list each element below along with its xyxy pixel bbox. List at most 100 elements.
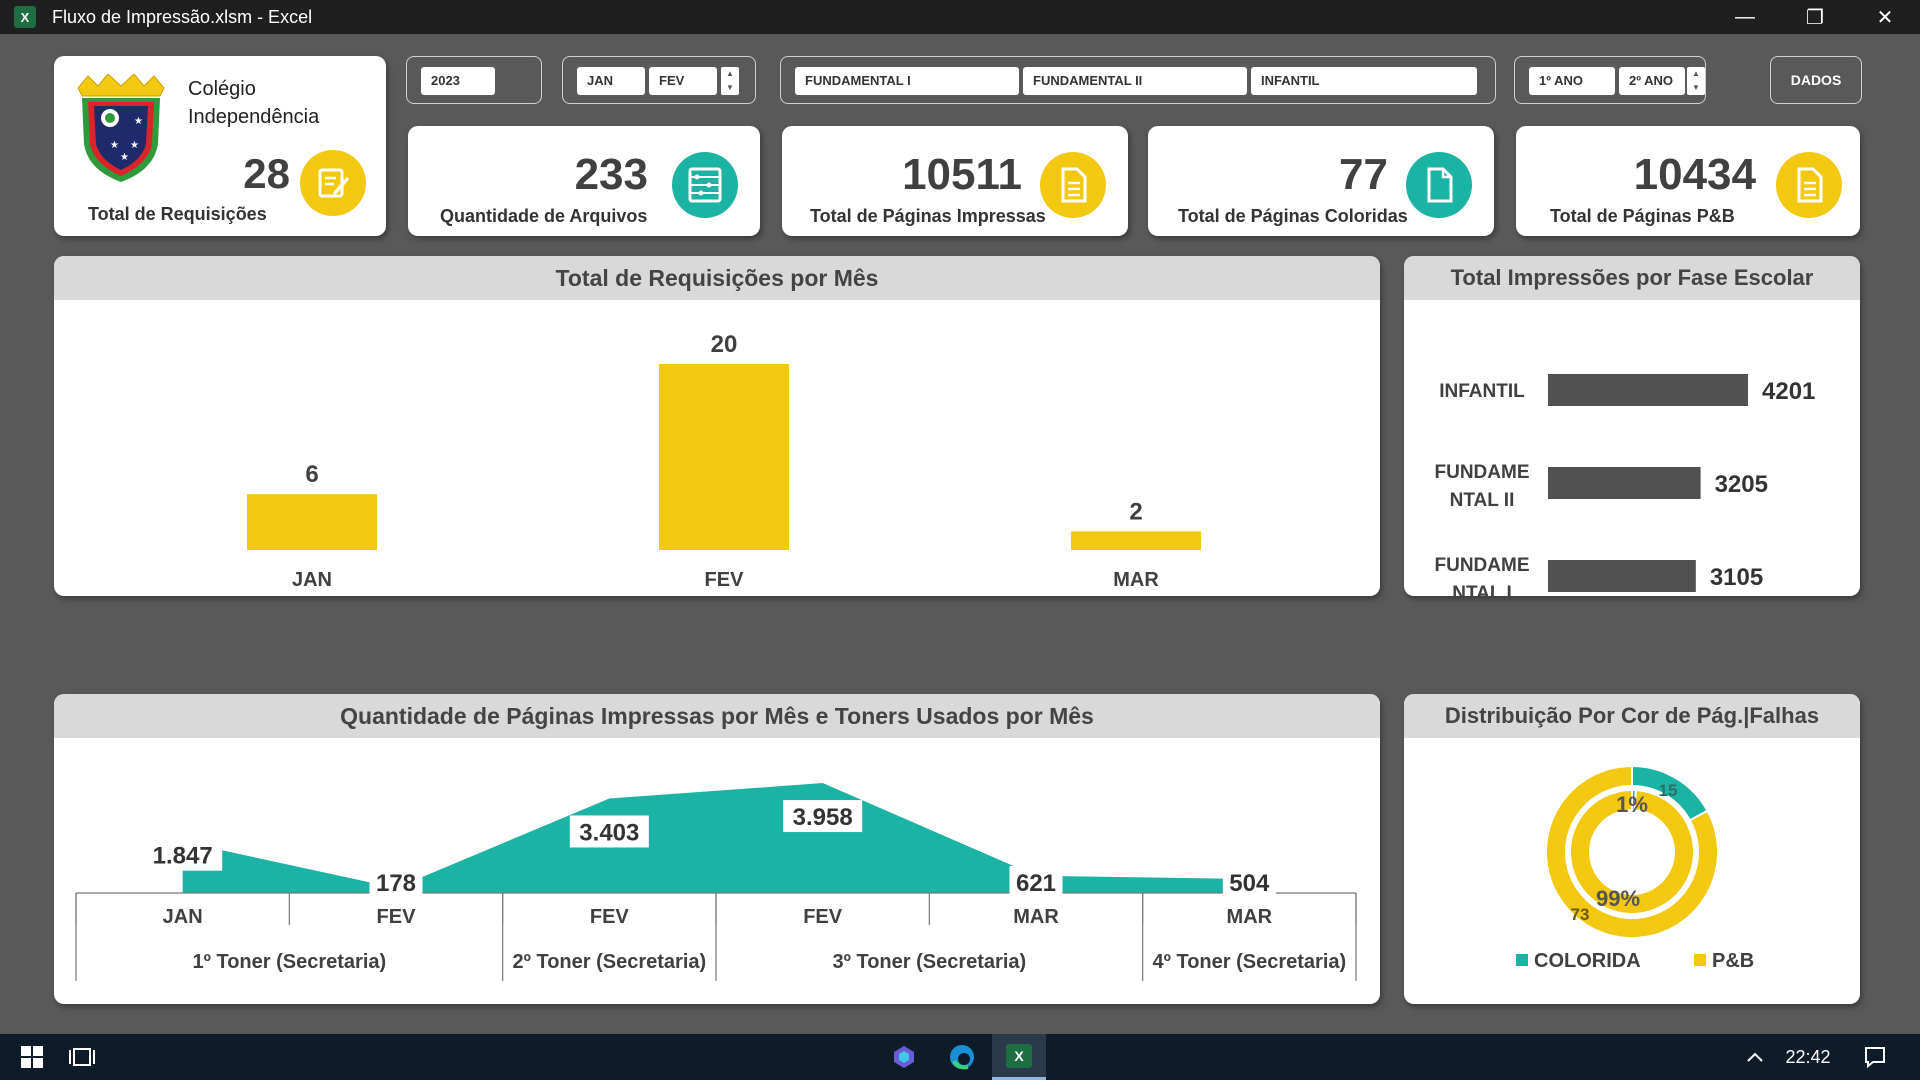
school-name-line1: Colégio (188, 78, 256, 100)
phase-bar-label: FUNDAME NTAL I (1435, 555, 1530, 596)
kpi-impressas-card: 10511 Total de Páginas Impressas (782, 126, 1128, 236)
svg-text:★: ★ (130, 140, 139, 151)
phase-bar-value: 4201 (1762, 378, 1815, 405)
month-chip-jan[interactable]: JAN (577, 67, 645, 95)
legend-swatch-colorida (1516, 954, 1528, 966)
windows-start-icon[interactable] (8, 1034, 56, 1080)
kpi-pb-card: 10434 Total de Páginas P&B (1516, 126, 1860, 236)
dashboard: ★ ★ ★ ★ Colégio Independência 28 Total d… (0, 34, 1920, 1034)
taskbar: X 22:42 (0, 1034, 1920, 1080)
legend-swatch-pb (1694, 954, 1706, 966)
svg-text:★: ★ (120, 152, 129, 163)
grade-chip-1[interactable]: 1º ANO (1529, 67, 1615, 95)
toner-category-label: FEV (377, 906, 417, 928)
phase-filter: FUNDAMENTAL I FUNDAMENTAL II INFANTIL (780, 56, 1496, 104)
excel-icon: X (1006, 1043, 1032, 1068)
excel-app-icon: X (14, 6, 36, 28)
toner-value-label: 621 (1016, 870, 1056, 897)
legend-label-colorida: COLORIDA (1534, 950, 1641, 972)
toner-area-chart: JAN FEV FEV FEV MAR MAR 1º Toner (Secretaria) 2… (75, 783, 1357, 981)
phase-bar-label: INFANTIL (1439, 381, 1525, 402)
dados-button[interactable]: DADOS (1770, 56, 1862, 104)
grade-scroll-spinner[interactable]: ▲ ▼ (1687, 67, 1705, 95)
year-chip[interactable]: 2023 (421, 67, 495, 95)
toner-category-label: FEV (803, 906, 843, 928)
distribution-panel-title: Distribuição Por Cor de Pág.|Falhas (1404, 694, 1860, 738)
toner-category-label: MAR (1227, 906, 1273, 928)
toner-group-label: 1º Toner (Secretaria) (192, 951, 386, 973)
phase-bar (1548, 467, 1701, 499)
phase-chip-fund1[interactable]: FUNDAMENTAL I (795, 67, 1019, 95)
clock[interactable]: 22:42 (1778, 1034, 1838, 1080)
restore-button[interactable]: ❐ (1780, 0, 1850, 34)
month-scroll-spinner[interactable]: ▲ ▼ (721, 67, 739, 95)
school-crest-logo: ★ ★ ★ ★ (77, 74, 165, 182)
chevron-up-icon[interactable] (1740, 1034, 1770, 1080)
chevron-up-icon[interactable]: ▲ (726, 67, 734, 81)
toner-value-label: 3.958 (793, 804, 853, 831)
phase-hbar-chart: 4201 INFANTIL 3205 FUNDAME NTAL II 3105 FUNDAM… (1435, 374, 1815, 596)
notification-icon[interactable] (1852, 1034, 1898, 1080)
chevron-down-icon[interactable]: ▼ (726, 81, 734, 95)
toner-value-label: 1.847 (153, 843, 213, 870)
bar-mar (1071, 531, 1201, 550)
kpi-coloridas-value: 77 (1339, 150, 1388, 199)
bar-category-label: JAN (292, 569, 332, 591)
toner-value-label: 3.403 (579, 819, 639, 846)
inner-value-label: 1% (1616, 792, 1648, 817)
toner-category-label: JAN (163, 906, 203, 928)
close-button[interactable]: ✕ (1850, 0, 1920, 34)
copilot-icon[interactable] (880, 1034, 928, 1080)
abacus-icon (672, 152, 738, 218)
bar-value-label: 2 (1129, 498, 1142, 525)
blank-page-icon (1406, 152, 1472, 218)
kpi-impressas-label: Total de Páginas Impressas (810, 206, 1046, 226)
kpi-requisicoes-value: 28 (243, 150, 290, 197)
bar-category-label: FEV (705, 569, 745, 591)
grade-chip-2[interactable]: 2º ANO (1619, 67, 1685, 95)
toner-group-label: 3º Toner (Secretaria) (832, 951, 1026, 973)
outer-value-label: 73 (1571, 905, 1590, 924)
phase-bar-value: 3105 (1710, 564, 1763, 591)
chevron-up-icon[interactable]: ▲ (1692, 67, 1700, 81)
kpi-arquivos-label: Quantidade de Arquivos (440, 206, 648, 226)
minimize-button[interactable]: — (1710, 0, 1780, 34)
bar-value-label: 20 (711, 331, 738, 358)
phase-panel-title: Total Impressões por Fase Escolar (1404, 256, 1860, 300)
kpi-arquivos-value: 233 (574, 150, 648, 199)
toner-panel: Quantidade de Páginas Impressas por Mês … (54, 694, 1380, 1004)
phase-bar (1548, 374, 1748, 406)
edit-note-icon (300, 150, 366, 216)
toner-value-label: 504 (1229, 870, 1270, 897)
svg-text:★: ★ (110, 140, 119, 151)
kpi-pb-label: Total de Páginas P&B (1550, 206, 1735, 226)
phase-bar (1548, 560, 1696, 592)
kpi-coloridas-card: 77 Total de Páginas Coloridas (1148, 126, 1494, 236)
toner-area-series (182, 783, 1250, 893)
excel-taskbar-icon[interactable]: X (992, 1034, 1046, 1080)
kpi-pb-value: 10434 (1633, 150, 1756, 199)
school-name-line2: Independência (188, 106, 320, 128)
legend-label-pb: P&B (1712, 950, 1754, 972)
phase-panel: Total Impressões por Fase Escolar 4201 IN… (1404, 256, 1860, 596)
month-chip-fev[interactable]: FEV (649, 67, 717, 95)
phase-chip-infantil[interactable]: INFANTIL (1251, 67, 1477, 95)
document-icon (1040, 152, 1106, 218)
kpi-coloridas-label: Total de Páginas Coloridas (1178, 206, 1408, 226)
task-view-icon[interactable] (58, 1034, 106, 1080)
kpi-requisicoes-label: Total de Requisições (88, 204, 267, 224)
toner-category-label: MAR (1013, 906, 1059, 928)
bar-fev (659, 364, 789, 550)
edge-browser-icon[interactable] (938, 1034, 986, 1080)
window-title: Fluxo de Impressão.xlsm - Excel (52, 6, 313, 27)
toner-group-label: 2º Toner (Secretaria) (512, 951, 706, 973)
toner-value-label: 178 (376, 870, 416, 897)
phase-bar-value: 3205 (1715, 471, 1768, 498)
toner-panel-title: Quantidade de Páginas Impressas por Mês … (54, 694, 1380, 738)
grade-filter: 1º ANO 2º ANO ▲ ▼ (1514, 56, 1706, 104)
chevron-down-icon[interactable]: ▼ (1692, 81, 1700, 95)
distribution-donut-chart: 15 73 1% 99% COLORIDA P&B (1516, 764, 1754, 972)
phase-chip-fund2[interactable]: FUNDAMENTAL II (1023, 67, 1247, 95)
bar-category-label: MAR (1113, 569, 1159, 591)
bar-value-label: 6 (305, 461, 318, 488)
